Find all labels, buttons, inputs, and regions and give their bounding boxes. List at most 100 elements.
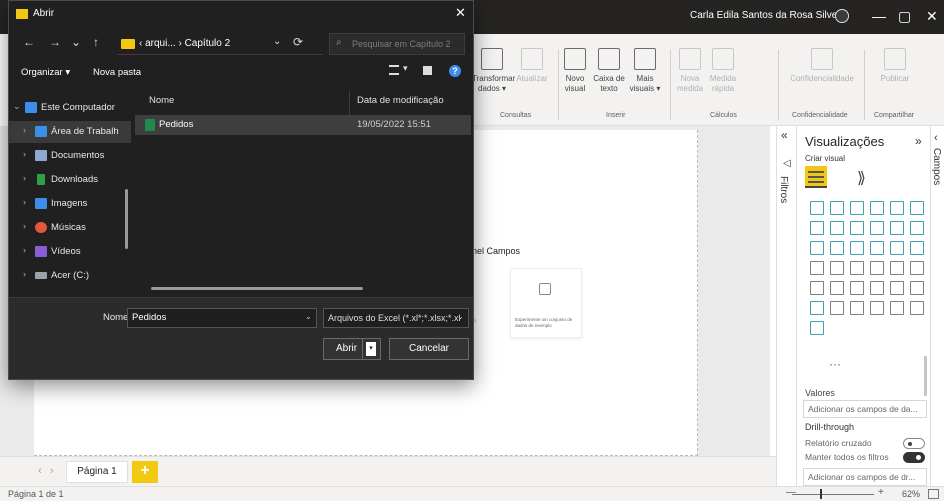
r-visual-icon[interactable] bbox=[870, 281, 884, 295]
waterfall-chart-icon[interactable] bbox=[810, 241, 824, 255]
area-chart-icon[interactable] bbox=[830, 221, 844, 235]
organize-button[interactable]: Organizar ▾ bbox=[21, 67, 70, 78]
chevron-right-icon[interactable]: › bbox=[23, 269, 26, 279]
user-avatar[interactable] bbox=[835, 9, 849, 23]
clustered-bar-chart-icon[interactable] bbox=[850, 201, 864, 215]
format-visual-icon[interactable]: ⟫ bbox=[857, 168, 866, 188]
collapse-panes-icon[interactable]: « bbox=[781, 128, 788, 142]
search-input[interactable]: ⌕ Pesquisar em Capítulo 2 bbox=[329, 33, 465, 55]
power-automate-icon[interactable] bbox=[910, 301, 924, 315]
fields-label[interactable]: Campos bbox=[931, 148, 942, 185]
stacked-column-100-icon[interactable] bbox=[910, 201, 924, 215]
tree-item-documents[interactable]: › Documentos bbox=[9, 145, 131, 167]
chevron-down-icon[interactable]: ⌄ bbox=[457, 312, 464, 321]
zoom-slider[interactable] bbox=[792, 494, 874, 495]
restore-button[interactable]: ▢ bbox=[898, 8, 911, 25]
chevron-right-icon[interactable]: › bbox=[23, 245, 26, 255]
zoom-slider-thumb[interactable] bbox=[820, 489, 822, 499]
values-well[interactable]: Adicionar os campos de da... bbox=[803, 400, 927, 418]
chevron-down-icon[interactable]: ⌄ bbox=[273, 36, 281, 47]
ribbon-chart-icon[interactable] bbox=[910, 221, 924, 235]
gauge-icon[interactable] bbox=[850, 261, 864, 275]
dialog-titlebar[interactable]: Abrir ✕ bbox=[9, 1, 473, 29]
open-options-dropdown-icon[interactable]: ▾ bbox=[366, 342, 376, 356]
expand-fields-icon[interactable]: ‹ bbox=[934, 132, 938, 144]
close-app-button[interactable]: ✕ bbox=[926, 8, 938, 25]
table-icon[interactable] bbox=[830, 281, 844, 295]
new-measure-button[interactable]: Nova medida bbox=[676, 48, 704, 94]
chevron-down-icon[interactable]: ⌄ bbox=[305, 312, 312, 321]
kpi-icon[interactable] bbox=[910, 261, 924, 275]
map-icon[interactable] bbox=[810, 261, 824, 275]
treemap-icon[interactable] bbox=[910, 241, 924, 255]
column-header-date[interactable]: Data de modificação bbox=[357, 95, 444, 106]
clustered-column-chart-icon[interactable] bbox=[870, 201, 884, 215]
chevron-right-icon[interactable]: › bbox=[23, 221, 26, 231]
more-visuals-button[interactable]: Mais visuais ▾ bbox=[628, 48, 662, 94]
open-button[interactable]: Abrir ▾ bbox=[323, 338, 381, 360]
stacked-column-chart-icon[interactable] bbox=[830, 201, 844, 215]
chevron-down-icon[interactable]: ⌄ bbox=[13, 101, 21, 112]
line-clustered-column-icon[interactable] bbox=[890, 221, 904, 235]
chevron-right-icon[interactable]: › bbox=[23, 125, 26, 135]
publish-button[interactable]: Publicar bbox=[870, 48, 920, 84]
line-column-chart-icon[interactable] bbox=[870, 221, 884, 235]
funnel-chart-icon[interactable] bbox=[830, 241, 844, 255]
cross-report-toggle[interactable] bbox=[903, 438, 925, 449]
keep-filters-toggle[interactable] bbox=[903, 452, 925, 463]
filename-field[interactable]: Pedidos bbox=[127, 308, 317, 328]
zoom-out-button[interactable]: — bbox=[786, 487, 796, 498]
chevron-right-icon[interactable]: › bbox=[23, 197, 26, 207]
decomposition-tree-icon[interactable] bbox=[810, 301, 824, 315]
file-type-select[interactable]: Arquivos do Excel (*.xl*;*.xlsx;*.xl bbox=[323, 308, 469, 328]
filled-map-icon[interactable] bbox=[830, 261, 844, 275]
expand-pane-icon[interactable]: » bbox=[915, 134, 922, 148]
tree-item-videos[interactable]: › Vídeos bbox=[9, 241, 131, 263]
scrollbar-thumb[interactable] bbox=[151, 287, 363, 290]
stacked-area-chart-icon[interactable] bbox=[850, 221, 864, 235]
add-page-button[interactable]: + bbox=[132, 461, 158, 483]
sample-dataset-card[interactable]: Experimente um conjunto de dados de exem… bbox=[510, 268, 582, 338]
python-visual-icon[interactable] bbox=[890, 281, 904, 295]
prev-page-icon[interactable]: ‹ bbox=[38, 465, 42, 477]
column-divider[interactable] bbox=[349, 91, 350, 115]
line-chart-icon[interactable] bbox=[810, 221, 824, 235]
tree-item-music[interactable]: › Músicas bbox=[9, 217, 131, 239]
viz-pane-scrollbar[interactable] bbox=[924, 356, 927, 396]
tree-item-pictures[interactable]: › Imagens bbox=[9, 193, 131, 215]
tree-item-downloads[interactable]: › Downloads bbox=[9, 169, 131, 191]
filters-label[interactable]: Filtros bbox=[778, 176, 789, 203]
sensitivity-button[interactable]: Confidencialidade bbox=[784, 48, 860, 84]
next-page-icon[interactable]: › bbox=[50, 465, 54, 477]
refresh-icon[interactable]: ⟳ bbox=[293, 35, 303, 49]
preview-pane-icon[interactable] bbox=[423, 66, 432, 75]
new-visual-button[interactable]: Novo visual bbox=[560, 48, 590, 94]
more-visuals-ellipsis-icon[interactable]: ··· bbox=[829, 357, 841, 371]
arcgis-map-icon[interactable] bbox=[810, 321, 824, 335]
tab-page-1[interactable]: Página 1 bbox=[66, 461, 128, 483]
address-bar[interactable]: ‹ arqui... › Capítulo 2 ⌄ ⟳ bbox=[117, 33, 323, 55]
tree-scrollbar[interactable] bbox=[125, 189, 128, 249]
card-icon[interactable] bbox=[870, 261, 884, 275]
drill-through-well[interactable]: Adicionar os campos de dr... bbox=[803, 468, 927, 486]
key-influencers-icon[interactable] bbox=[910, 281, 924, 295]
smart-narrative-icon[interactable] bbox=[850, 301, 864, 315]
stacked-bar-chart-icon[interactable] bbox=[810, 201, 824, 215]
column-header-name[interactable]: Nome bbox=[149, 95, 174, 106]
up-arrow-icon[interactable]: ↑ bbox=[93, 35, 99, 49]
pie-chart-icon[interactable] bbox=[870, 241, 884, 255]
paginated-report-icon[interactable] bbox=[870, 301, 884, 315]
stacked-bar-100-icon[interactable] bbox=[890, 201, 904, 215]
file-list-scrollbar[interactable] bbox=[135, 285, 471, 291]
tree-item-this-pc[interactable]: ⌄ Este Computador bbox=[9, 97, 131, 119]
transform-data-button[interactable]: Transformar dados ▾ bbox=[472, 48, 515, 94]
expand-filters-icon[interactable]: ◁ bbox=[783, 158, 791, 169]
slicer-icon[interactable] bbox=[810, 281, 824, 295]
cancel-button[interactable]: Cancelar bbox=[389, 338, 469, 360]
file-row[interactable]: Pedidos 19/05/2022 15:51 bbox=[135, 115, 471, 135]
tree-item-desktop[interactable]: › Área de Trabalh bbox=[9, 121, 131, 143]
help-icon[interactable]: ? bbox=[449, 65, 461, 77]
back-arrow-icon[interactable]: ← bbox=[23, 35, 35, 49]
view-dropdown-icon[interactable]: ▾ bbox=[403, 63, 408, 74]
quick-measure-button[interactable]: Medida rápida bbox=[706, 48, 740, 94]
